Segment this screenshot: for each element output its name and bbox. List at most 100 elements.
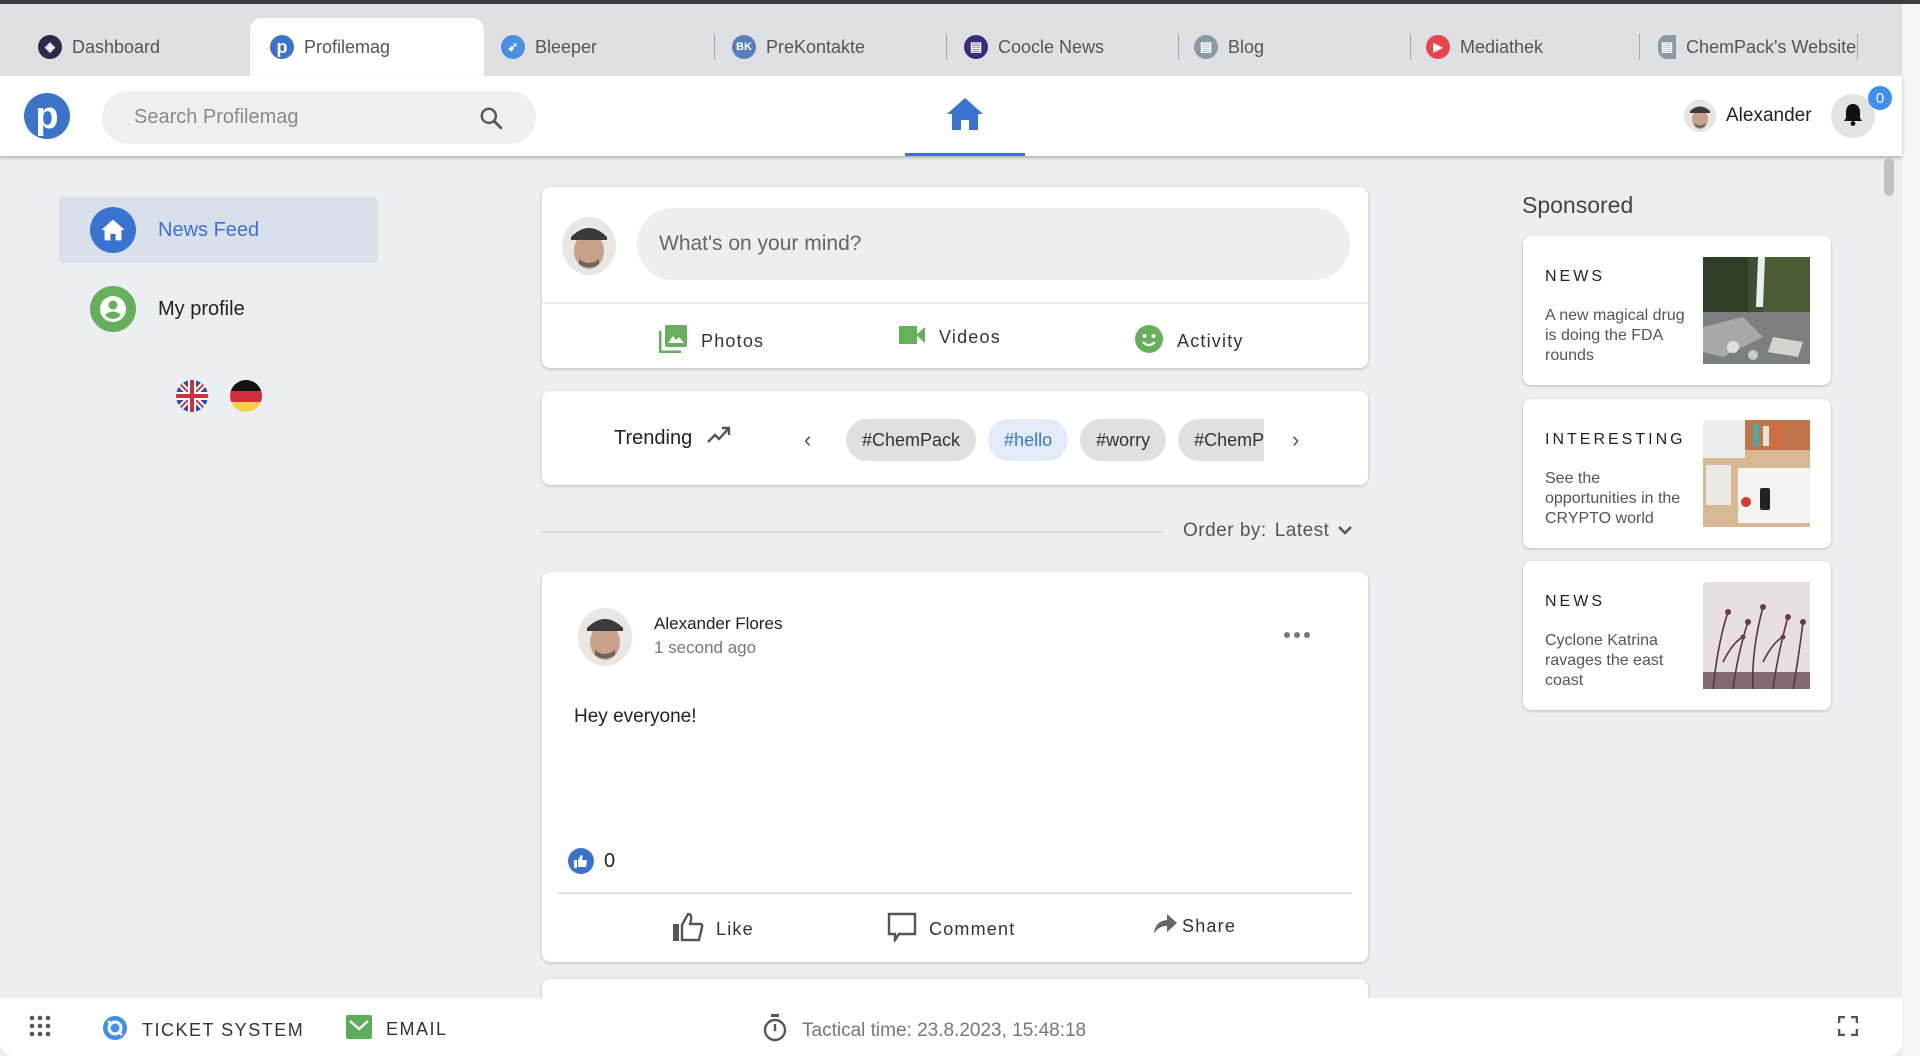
nav-home-tab[interactable] xyxy=(905,76,1025,156)
tab-label: Profilemag xyxy=(304,36,391,57)
like-count-value: 0 xyxy=(604,849,616,872)
comment-icon xyxy=(887,912,917,947)
sidebar-item-label: News Feed xyxy=(158,218,260,241)
chevron-right-icon[interactable]: › xyxy=(1292,427,1299,453)
fullscreen-button[interactable] xyxy=(1837,1015,1859,1041)
german-flag-icon[interactable] xyxy=(230,380,262,412)
fullscreen-icon xyxy=(1837,1015,1859,1041)
order-by-dropdown[interactable]: Order by: Latest xyxy=(1183,520,1353,542)
app-header: p Alexander 0 xyxy=(0,76,1902,156)
trending-tag[interactable]: #ChemPack xyxy=(846,419,977,461)
trending-up-icon xyxy=(706,425,732,451)
search-icon[interactable] xyxy=(478,105,504,137)
videos-button[interactable]: Videos xyxy=(899,325,1001,350)
comment-button[interactable]: Comment xyxy=(887,912,1015,947)
share-button[interactable]: Share xyxy=(1152,912,1236,941)
tab-separator xyxy=(1178,34,1179,60)
user-menu[interactable]: Alexander xyxy=(1684,100,1812,132)
sponsored-item[interactable]: INTERESTING See the opportunities in the… xyxy=(1523,399,1831,548)
avatar xyxy=(562,217,616,275)
post-input[interactable]: What's on your mind? xyxy=(637,208,1350,280)
user-name: Alexander xyxy=(1726,105,1812,126)
thumbs-up-icon xyxy=(672,912,704,947)
chempack-icon: ▤ xyxy=(1658,35,1676,59)
chevron-left-icon[interactable]: ‹ xyxy=(804,427,811,453)
like-button[interactable]: Like xyxy=(672,912,754,947)
prekontakte-icon: BK xyxy=(732,35,756,59)
share-label: Share xyxy=(1182,916,1237,936)
desk-image xyxy=(1703,420,1810,527)
tab-label: Coocle News xyxy=(998,36,1105,57)
email-button[interactable]: EMAIL xyxy=(346,1015,448,1044)
trending-tag-selected[interactable]: #hello xyxy=(988,419,1069,461)
tab-dashboard[interactable]: ◈ Dashboard xyxy=(0,18,250,76)
tab-chempack-website[interactable]: ▤ ChemPack's Website xyxy=(1641,18,1871,76)
sidebar-item-my-profile[interactable]: My profile xyxy=(59,276,378,342)
avatar[interactable] xyxy=(578,608,632,666)
sponsored-title: Sponsored xyxy=(1522,192,1634,218)
mediathek-icon: ▶ xyxy=(1426,35,1450,59)
tab-bleeper[interactable]: ➹ Bleeper xyxy=(484,18,714,76)
search-input[interactable] xyxy=(134,106,464,129)
trending-tag[interactable]: #worry xyxy=(1080,419,1167,461)
sponsored-item[interactable]: NEWS A new magical drug is doing the FDA… xyxy=(1523,236,1831,385)
trending-bar: Trending ‹ #ChemPack #hello #worry #Chem… xyxy=(542,391,1368,485)
divider xyxy=(542,302,1368,304)
post-composer: What's on your mind? Photos Videos Activ… xyxy=(542,187,1368,368)
email-label: EMAIL xyxy=(386,1019,448,1039)
sponsored-category: INTERESTING xyxy=(1545,431,1686,448)
more-options-icon[interactable] xyxy=(1284,632,1310,638)
chevron-down-icon xyxy=(1337,520,1353,542)
photos-icon xyxy=(658,325,687,358)
sponsored-text: A new magical drug is doing the FDA roun… xyxy=(1545,307,1685,364)
videos-label: Videos xyxy=(939,327,1001,347)
tab-label: ChemPack's Website xyxy=(1686,36,1857,57)
profilemag-logo[interactable]: p xyxy=(24,93,70,139)
tab-profilemag[interactable]: p Profilemag xyxy=(250,18,484,76)
photos-button[interactable]: Photos xyxy=(658,325,765,358)
tab-coocle-news[interactable]: ▤ Coocle News xyxy=(948,18,1178,76)
search-bar xyxy=(102,91,536,144)
tab-mediathek[interactable]: ▶ Mediathek xyxy=(1412,18,1642,76)
tab-separator xyxy=(946,34,947,60)
trending-title: Trending xyxy=(614,425,732,451)
dashboard-icon: ◈ xyxy=(38,35,62,59)
activity-button[interactable]: Activity xyxy=(1135,325,1244,358)
page-scrollbar[interactable] xyxy=(1884,158,1894,196)
videos-icon xyxy=(899,325,925,350)
bleeper-icon: ➹ xyxy=(501,35,525,59)
sponsored-text: Cyclone Katrina ravages the east coast xyxy=(1545,632,1664,689)
photos-label: Photos xyxy=(701,331,765,351)
uk-flag-icon[interactable] xyxy=(176,380,208,412)
grid-icon xyxy=(29,1015,51,1042)
activity-icon xyxy=(1135,325,1163,358)
apps-menu-button[interactable] xyxy=(29,1015,51,1042)
ticket-system-icon xyxy=(102,1015,128,1046)
trending-tags: #ChemPack #hello #worry #ChemPack xyxy=(846,419,1264,461)
sponsored-text: See the opportunities in the CRYPTO worl… xyxy=(1545,470,1681,527)
post-text: Hey everyone! xyxy=(574,706,697,727)
sidebar-item-label: My profile xyxy=(158,297,245,320)
plants-image xyxy=(1703,582,1810,690)
ticket-system-button[interactable]: TICKET SYSTEM xyxy=(102,1015,304,1046)
comment-label: Comment xyxy=(929,919,1016,939)
profile-icon xyxy=(90,286,136,332)
share-icon xyxy=(1152,912,1178,941)
trending-label: Trending xyxy=(614,426,693,449)
tab-separator xyxy=(1410,34,1411,60)
sponsored-item[interactable]: NEWS Cyclone Katrina ravages the east co… xyxy=(1523,561,1831,710)
tab-label: PreKontakte xyxy=(766,36,866,57)
tab-blog[interactable]: ▤ Blog xyxy=(1180,18,1410,76)
profilemag-icon: p xyxy=(270,35,294,59)
tab-prekontakte[interactable]: BK PreKontakte xyxy=(716,18,946,76)
trending-tag[interactable]: #ChemPack xyxy=(1178,419,1264,461)
tab-separator xyxy=(714,34,715,60)
language-switcher xyxy=(176,380,262,412)
active-tab-indicator xyxy=(905,153,1025,156)
activity-label: Activity xyxy=(1177,331,1244,351)
post-author[interactable]: Alexander Flores xyxy=(654,614,783,634)
sidebar-item-news-feed[interactable]: News Feed xyxy=(59,197,378,263)
divider xyxy=(558,892,1352,894)
post-timestamp: 1 second ago xyxy=(654,638,757,657)
blog-icon: ▤ xyxy=(1194,35,1218,59)
